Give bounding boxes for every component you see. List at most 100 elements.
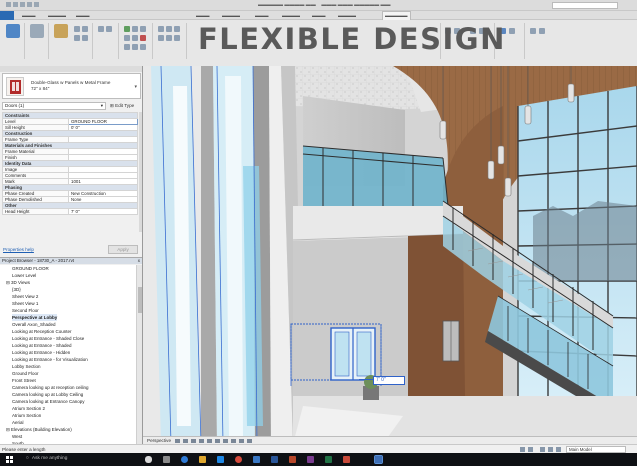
offset-icon[interactable] <box>132 26 138 32</box>
browser-tree-item[interactable]: Looking at Reception Counter <box>12 328 72 335</box>
browser-tree-item[interactable]: Sheet View 2 <box>12 293 38 300</box>
perspective-viewport[interactable]: 7' 0" <box>143 66 637 444</box>
array-icon[interactable] <box>132 44 138 50</box>
move-icon[interactable] <box>124 35 130 41</box>
measure-icon[interactable] <box>166 35 172 41</box>
analytical-model-icon[interactable] <box>239 439 244 443</box>
pin-icon[interactable] <box>158 26 164 32</box>
scrollbar-thumb[interactable] <box>138 287 142 313</box>
ribbon-tab[interactable]: ▬▬▬ <box>312 13 326 18</box>
windows-start-icon[interactable] <box>6 456 13 463</box>
browser-tree-item[interactable]: Looking at Entrance - Hidden <box>12 349 70 356</box>
temporary-dimension-input[interactable]: 7' 0" <box>373 376 405 385</box>
cope-icon[interactable] <box>82 35 88 41</box>
crop-icon[interactable] <box>207 439 212 443</box>
properties-scrollbar[interactable] <box>139 112 142 232</box>
project-browser-scrollbar[interactable] <box>136 265 142 444</box>
onenote-icon[interactable] <box>307 456 314 463</box>
reveal-hidden-icon[interactable] <box>231 439 236 443</box>
browser-tree-item[interactable]: Overall Axon_Shaded <box>12 321 56 328</box>
property-value[interactable]: 7' 0" <box>68 208 138 215</box>
paint-icon[interactable] <box>98 26 104 32</box>
powerpoint-icon[interactable] <box>289 456 296 463</box>
isolate-icon[interactable] <box>539 28 545 34</box>
highlight-displacement-icon[interactable] <box>247 439 252 443</box>
split-icon[interactable] <box>106 26 112 32</box>
show-crop-icon[interactable] <box>215 439 220 443</box>
browser-tree-item[interactable]: Looking at Entrance - Shaded Close <box>12 335 84 342</box>
ribbon-tab[interactable]: ▬▬▬ <box>196 13 210 18</box>
temporary-hide-icon[interactable] <box>223 439 228 443</box>
type-selector[interactable]: Double-Glass w Panels w Metal Frame 72" … <box>2 73 141 99</box>
chrome-icon[interactable] <box>235 456 242 463</box>
browser-tree-item[interactable]: Sheet View 1 <box>12 300 38 307</box>
close-icon[interactable]: x <box>138 258 140 264</box>
browser-tree-item[interactable]: Looking at Entrance - Shaded <box>12 342 72 349</box>
excel-icon[interactable] <box>325 456 332 463</box>
design-options-icon[interactable] <box>528 447 533 452</box>
align-icon[interactable] <box>124 26 130 32</box>
mirror-icon[interactable] <box>140 26 146 32</box>
instance-filter-select[interactable]: Doors (1) ▾ <box>2 102 106 110</box>
ribbon-tab[interactable]: ▬▬▬ <box>255 13 269 18</box>
hide-icon[interactable] <box>530 28 536 34</box>
file-explorer-icon[interactable] <box>199 456 206 463</box>
browser-tree-item[interactable]: Lower Level <box>12 272 36 279</box>
ribbon-tab[interactable]: ▬▬▬ <box>76 13 90 18</box>
browser-tree-item[interactable]: Camera looking up at reception ceiling <box>12 384 89 391</box>
cut-icon[interactable] <box>74 26 80 32</box>
ribbon-tab[interactable]: ▬▬▬▬ <box>282 13 300 18</box>
copy-icon[interactable] <box>74 35 80 41</box>
file-tab[interactable] <box>0 11 14 20</box>
shadows-icon[interactable] <box>191 439 196 443</box>
properties-help-link[interactable]: Properties help <box>3 247 34 252</box>
acrobat-icon[interactable] <box>343 456 350 463</box>
cortana-icon[interactable] <box>145 456 152 463</box>
outlook-icon[interactable] <box>253 456 260 463</box>
word-icon[interactable] <box>271 456 278 463</box>
worksets-icon[interactable] <box>520 447 525 452</box>
editable-only-icon[interactable] <box>540 447 545 452</box>
browser-tree-item[interactable]: ⊟ Elevations (Building Elevation) <box>6 426 72 433</box>
quick-access-toolbar[interactable] <box>6 2 46 9</box>
paste-tool[interactable] <box>54 24 68 38</box>
browser-tree-item[interactable]: Looking at Entrance - for Visualization <box>12 356 88 363</box>
revit-icon[interactable] <box>374 455 383 464</box>
properties-tool[interactable] <box>30 24 44 38</box>
ribbon-tab[interactable]: ▬▬▬▬ <box>338 13 356 18</box>
browser-tree-item[interactable]: Front Street <box>12 377 36 384</box>
browser-tree-item[interactable]: Aerial <box>12 419 24 426</box>
visual-style-icon[interactable] <box>175 439 180 443</box>
rotate-icon[interactable] <box>124 44 130 50</box>
browser-tree-item[interactable]: Atrium Section 2 <box>12 405 45 412</box>
store-icon[interactable] <box>217 456 224 463</box>
select-links-icon[interactable] <box>548 447 553 452</box>
edit-type-button[interactable]: ⊞ Edit Type <box>110 102 134 110</box>
ribbon-tab[interactable]: ▬▬▬ <box>22 13 36 18</box>
browser-tree-item[interactable]: Ground Floor <box>12 370 39 377</box>
search-input[interactable] <box>552 2 618 9</box>
edge-icon[interactable] <box>181 456 188 463</box>
modify-tool[interactable] <box>6 24 20 38</box>
browser-tree-item[interactable]: Camera looking at Entrance Canopy <box>12 398 85 405</box>
unpin-icon[interactable] <box>166 26 172 32</box>
copy-element-icon[interactable] <box>132 35 138 41</box>
ribbon-tab-active[interactable]: ▬▬▬▬▬ <box>382 11 411 20</box>
apply-button[interactable]: Apply <box>108 245 138 254</box>
chevron-down-icon[interactable]: ▾ <box>134 84 137 90</box>
create-icon[interactable] <box>174 35 180 41</box>
delete-icon[interactable] <box>140 35 146 41</box>
model-selector[interactable]: Main Model <box>566 446 626 453</box>
browser-tree-item[interactable]: West <box>12 433 22 440</box>
browser-tree-item[interactable]: Second Floor <box>12 307 39 314</box>
browser-tree-item[interactable]: ⊟ 3D Views <box>6 279 30 286</box>
select-pinned-icon[interactable] <box>556 447 561 452</box>
browser-tree-item[interactable]: Camera looking up at Lobby Ceiling <box>12 391 83 398</box>
browser-tree-item[interactable]: Lobby Section <box>12 363 41 370</box>
view-icon[interactable] <box>158 35 164 41</box>
task-view-icon[interactable] <box>163 456 170 463</box>
join-icon[interactable] <box>82 26 88 32</box>
section-box-icon[interactable] <box>509 28 515 34</box>
group-icon[interactable] <box>174 26 180 32</box>
scale-icon[interactable] <box>140 44 146 50</box>
